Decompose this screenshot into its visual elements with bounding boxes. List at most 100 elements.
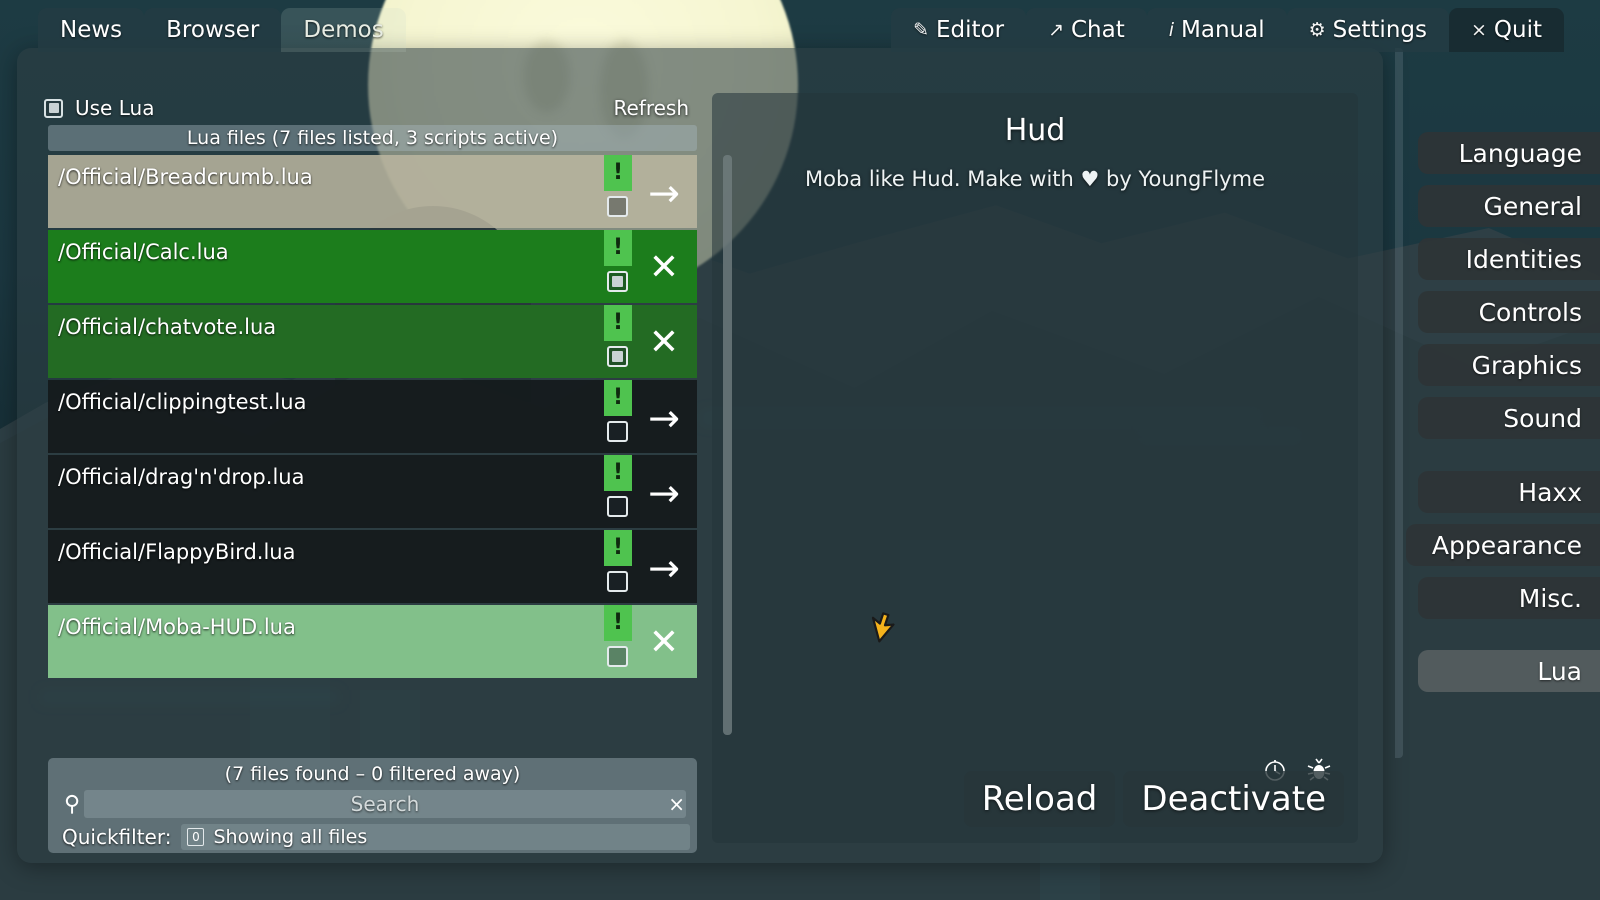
sidebar-item-graphics[interactable]: Graphics xyxy=(1418,344,1600,386)
tab-demos[interactable]: Demos xyxy=(281,8,406,52)
sidebar-item-label: Appearance xyxy=(1431,530,1582,560)
search-input[interactable]: Search xyxy=(84,790,686,818)
close-x-icon[interactable]: ✕ xyxy=(638,323,690,363)
lua-file-row[interactable]: /Official/drag'n'drop.lua! → xyxy=(48,455,697,528)
lua-file-enable-checkbox[interactable] xyxy=(607,571,628,592)
lua-file-row[interactable]: /Official/Moba-HUD.lua! ✕ xyxy=(48,605,697,678)
search-panel: (7 files found – 0 filtered away) ⚲ Sear… xyxy=(48,758,697,853)
use-lua-checkbox[interactable] xyxy=(44,98,63,118)
tab-label: Demos xyxy=(303,17,384,43)
sidebar-item-misc[interactable]: Misc. xyxy=(1418,577,1600,619)
files-found-label: (7 files found – 0 filtered away) xyxy=(224,763,521,785)
lua-file-path: /Official/FlappyBird.lua xyxy=(58,540,296,564)
tab-label: Manual xyxy=(1181,17,1265,43)
lua-file-enable-checkbox[interactable] xyxy=(607,271,628,292)
tab-manual[interactable]: i Manual xyxy=(1146,8,1287,52)
lua-file-controls: ! → xyxy=(602,380,697,453)
open-arrow-icon[interactable]: → xyxy=(638,548,690,588)
sidebar-item-sound[interactable]: Sound xyxy=(1418,397,1600,439)
checkbox-fill xyxy=(612,351,623,362)
tab-label: Settings xyxy=(1332,17,1427,43)
sidebar-item-general[interactable]: General xyxy=(1418,185,1600,227)
tabbar-right-group: ✎ Editor ↗ Chat i Manual ⚙ Settings × Quit xyxy=(891,8,1564,52)
lua-file-list[interactable]: /Official/Breadcrumb.lua! →/Official/Calc… xyxy=(48,155,697,745)
lua-file-path: /Official/Breadcrumb.lua xyxy=(58,165,313,189)
lua-file-path: /Official/Calc.lua xyxy=(58,240,229,264)
lua-top-row: Use Lua Refresh xyxy=(44,93,697,123)
tab-settings[interactable]: ⚙ Settings xyxy=(1286,8,1449,52)
lua-file-enable-checkbox[interactable] xyxy=(607,646,628,667)
lua-files-list-header: Lua files (7 files listed, 3 scripts act… xyxy=(48,125,697,151)
warning-badge[interactable]: ! xyxy=(604,305,632,341)
arrow-up-right-icon: ↗ xyxy=(1048,19,1064,41)
tab-chat[interactable]: ↗ Chat xyxy=(1026,8,1147,52)
lua-file-path: /Official/clippingtest.lua xyxy=(58,390,307,414)
lua-file-path: /Official/chatvote.lua xyxy=(58,315,277,339)
sidebar-item-controls[interactable]: Controls xyxy=(1418,291,1600,333)
lua-file-controls: ! ✕ xyxy=(602,230,697,303)
lua-file-controls: ! → xyxy=(602,455,697,528)
search-placeholder: Search xyxy=(350,792,420,816)
sidebar-item-label: Haxx xyxy=(1518,477,1582,507)
script-description: Moba like Hud. Make with ♥ by YoungFlyme xyxy=(804,167,1265,191)
sidebar-item-appearance[interactable]: Appearance xyxy=(1405,524,1600,566)
top-tab-bar: News Browser Demos ✎ Editor ↗ Chat i Manual ⚙ Set… xyxy=(0,0,1600,52)
open-arrow-icon[interactable]: → xyxy=(638,398,690,438)
sidebar-rail xyxy=(1395,48,1403,758)
close-x-icon[interactable]: ✕ xyxy=(638,248,690,288)
tab-label: Editor xyxy=(935,17,1005,43)
sidebar-item-language[interactable]: Language xyxy=(1418,132,1600,174)
lua-file-row[interactable]: /Official/chatvote.lua! ✕ xyxy=(48,305,697,378)
lua-file-path: /Official/Moba-HUD.lua xyxy=(58,615,296,639)
lua-file-enable-checkbox[interactable] xyxy=(607,196,628,217)
reload-button[interactable]: Reload xyxy=(963,771,1116,827)
lua-file-controls: ! → xyxy=(602,155,697,228)
open-arrow-icon[interactable]: → xyxy=(638,173,690,213)
settings-sidebar: Language General Identities Controls Graphic… xyxy=(1395,48,1600,808)
lua-file-row[interactable]: /Official/Calc.lua! ✕ xyxy=(48,230,697,303)
tab-label: Chat xyxy=(1070,17,1125,43)
deactivate-button[interactable]: Deactivate xyxy=(1123,771,1344,827)
search-clear-icon[interactable]: × xyxy=(668,792,685,816)
search-pin-icon: ⚲ xyxy=(64,792,81,817)
sidebar-item-label: Lua xyxy=(1537,656,1582,686)
tab-quit[interactable]: × Quit xyxy=(1448,8,1564,52)
sidebar-item-label: Controls xyxy=(1478,297,1582,327)
lua-file-enable-checkbox[interactable] xyxy=(607,496,628,517)
sidebar-item-label: General xyxy=(1483,191,1582,221)
lua-file-controls: ! ✕ xyxy=(602,305,697,378)
script-title: Hud xyxy=(1004,113,1066,148)
lua-file-enable-checkbox[interactable] xyxy=(607,346,628,367)
lua-file-path: /Official/drag'n'drop.lua xyxy=(58,465,305,489)
warning-badge[interactable]: ! xyxy=(604,230,632,266)
refresh-button[interactable]: Refresh xyxy=(605,93,697,123)
sidebar-item-haxx[interactable]: Haxx xyxy=(1418,471,1600,513)
script-detail-panel: Hud Moba like Hud. Make with ♥ by YoungF… xyxy=(712,93,1358,843)
lua-file-enable-checkbox[interactable] xyxy=(607,421,628,442)
lua-file-controls: ! → xyxy=(602,530,697,603)
info-icon: i xyxy=(1168,19,1175,41)
quickfilter-input[interactable]: 0 Showing all files xyxy=(181,824,690,850)
tab-browser[interactable]: Browser xyxy=(144,8,282,52)
lua-file-row[interactable]: /Official/clippingtest.lua! → xyxy=(48,380,697,453)
sidebar-item-lua[interactable]: Lua xyxy=(1418,650,1600,692)
open-arrow-icon[interactable]: → xyxy=(638,473,690,513)
tab-editor[interactable]: ✎ Editor xyxy=(891,8,1027,52)
close-x-icon[interactable]: ✕ xyxy=(638,623,690,663)
warning-badge[interactable]: ! xyxy=(604,455,632,491)
checkbox-fill xyxy=(612,276,623,287)
quickfilter-value: Showing all files xyxy=(213,826,368,848)
close-icon: × xyxy=(1470,19,1487,41)
tab-news[interactable]: News xyxy=(38,8,145,52)
warning-badge[interactable]: ! xyxy=(604,155,632,191)
use-lua-label: Use Lua xyxy=(75,96,155,120)
sidebar-item-identities[interactable]: Identities xyxy=(1418,238,1600,280)
warning-badge[interactable]: ! xyxy=(604,530,632,566)
lua-file-row[interactable]: /Official/Breadcrumb.lua! → xyxy=(48,155,697,228)
warning-badge[interactable]: ! xyxy=(604,605,632,641)
warning-badge[interactable]: ! xyxy=(604,380,632,416)
lua-file-row[interactable]: /Official/FlappyBird.lua! → xyxy=(48,530,697,603)
gear-icon: ⚙ xyxy=(1308,19,1326,41)
main-window: Use Lua Refresh Lua files (7 files liste… xyxy=(17,48,1383,863)
tabbar-left-group: News Browser Demos xyxy=(38,8,406,52)
